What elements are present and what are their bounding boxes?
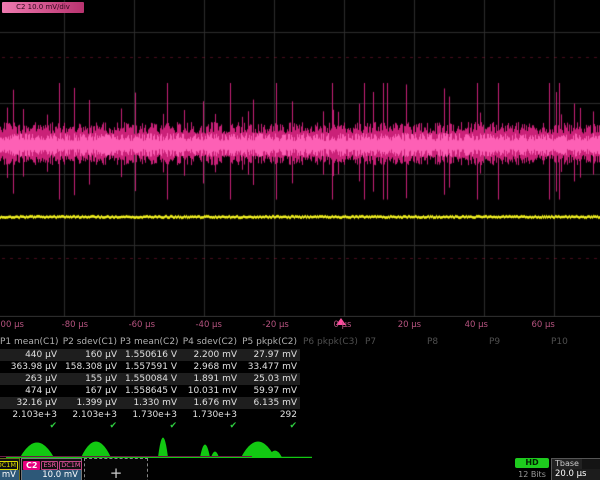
- x-tick-label: -80 µs: [62, 320, 88, 330]
- param-value: 1.550616 V: [120, 349, 180, 361]
- param-header[interactable]: P3 mean(C2): [120, 336, 180, 349]
- c2-vertical-scale: 10.0 mV: [22, 470, 81, 480]
- param-value: 2.968 mV: [180, 361, 240, 373]
- param-value: 160 µV: [60, 349, 120, 361]
- c1-vertical-scale: 0 mV: [0, 470, 19, 480]
- param-value: 474 µV: [0, 385, 60, 397]
- c2-coupling-badge: DC1M: [59, 461, 82, 470]
- x-tick-label: 60 µs: [532, 320, 555, 330]
- param-status-check: ✔: [240, 421, 300, 432]
- x-tick-label: 40 µs: [465, 320, 488, 330]
- param-header[interactable]: P5 pkpk(C2): [240, 336, 300, 349]
- param-value: 59.97 mV: [240, 385, 300, 397]
- param-value: 1.550084 V: [120, 373, 180, 385]
- param-header[interactable]: P2 sdev(C1): [60, 336, 120, 349]
- param-status-check: ✔: [120, 421, 180, 432]
- param-value: 363.98 µV: [0, 361, 60, 373]
- x-tick-label: -60 µs: [129, 320, 155, 330]
- table-row: 2.103e+32.103e+31.730e+31.730e+3292: [0, 409, 300, 421]
- param-value: 158.308 µV: [60, 361, 120, 373]
- param-status-check: ✔: [60, 421, 120, 432]
- table-row: 263 µV155 µV1.550084 V1.891 mV25.03 mV: [0, 373, 300, 385]
- param-value: 167 µV: [60, 385, 120, 397]
- param-value: 2.200 mV: [180, 349, 240, 361]
- hd-mode-indicator[interactable]: HD 12 Bits: [515, 458, 549, 479]
- time-axis: -100 µs -80 µs -60 µs -40 µs -20 µs 0 µs 20 µs…: [0, 317, 600, 334]
- table-row: 363.98 µV158.308 µV1.557591 V2.968 mV33.…: [0, 361, 300, 373]
- plus-icon: +: [110, 464, 123, 480]
- param-value: 27.97 mV: [240, 349, 300, 361]
- param-value: 292: [240, 409, 300, 421]
- param-value: 1.558645 V: [120, 385, 180, 397]
- param-value: 1.399 µV: [60, 397, 120, 409]
- c2-channel-tab: C2: [23, 461, 40, 470]
- table-row: 474 µV167 µV1.558645 V10.031 mV59.97 mV: [0, 385, 300, 397]
- param-value: 6.135 mV: [240, 397, 300, 409]
- channel-c1-descriptor[interactable]: DC1M 0 mV: [0, 458, 20, 480]
- timebase-tab: Tbase: [552, 459, 582, 469]
- descriptor-bar: DC1M 0 mV C2 ESR DC1M 10.0 mV + HD 12 Bi…: [0, 458, 600, 480]
- waveform-canvas: [0, 0, 600, 318]
- param-value: 1.730e+3: [120, 409, 180, 421]
- hd-bits-label: 12 Bits: [515, 470, 549, 479]
- param-header[interactable]: P4 sdev(C2): [180, 336, 240, 349]
- waveform-grid: C2 10.0 mV/div: [0, 0, 600, 318]
- table-row: 32.16 µV1.399 µV1.330 mV1.676 mV6.135 mV: [0, 397, 300, 409]
- c1-coupling-badge: DC1M: [0, 461, 18, 470]
- param-header-disabled[interactable]: P9: [489, 336, 547, 349]
- x-tick-label: 20 µs: [398, 320, 421, 330]
- timebase-scale: 20.0 µs: [552, 469, 600, 480]
- param-status-check: ✔: [0, 421, 60, 432]
- param-header-disabled[interactable]: P6 pkpk(C3): [303, 336, 361, 349]
- param-value: 25.03 mV: [240, 373, 300, 385]
- param-value: 2.103e+3: [0, 409, 60, 421]
- channel-c2-descriptor[interactable]: C2 ESR DC1M 10.0 mV: [21, 458, 82, 480]
- param-value: 1.730e+3: [180, 409, 240, 421]
- param-value: 1.891 mV: [180, 373, 240, 385]
- param-value: 10.031 mV: [180, 385, 240, 397]
- x-tick-label: -20 µs: [262, 320, 288, 330]
- table-row: 440 µV160 µV1.550616 V2.200 mV27.97 mV: [0, 349, 300, 361]
- param-status-check: ✔: [180, 421, 240, 432]
- add-trace-button[interactable]: +: [84, 458, 148, 480]
- param-value: 2.103e+3: [60, 409, 120, 421]
- timebase-descriptor[interactable]: Tbase 20.0 µs: [551, 458, 600, 480]
- x-tick-label: -40 µs: [195, 320, 221, 330]
- param-header-row: P1 mean(C1)P2 sdev(C1)P3 mean(C2)P4 sdev…: [0, 336, 600, 349]
- histicon-peak: [158, 438, 168, 458]
- param-value: 1.330 mV: [120, 397, 180, 409]
- hd-badge: HD: [515, 458, 549, 468]
- param-header[interactable]: P1 mean(C1): [0, 336, 60, 349]
- x-tick-label: -100 µs: [0, 320, 24, 330]
- param-value: 32.16 µV: [0, 397, 60, 409]
- x-tick-label: 0 µs: [334, 320, 352, 330]
- param-value: 1.676 mV: [180, 397, 240, 409]
- param-value: 440 µV: [0, 349, 60, 361]
- oscilloscope-screen: C2 10.0 mV/div -100 µs -80 µs -60 µs -40 µs…: [0, 0, 600, 480]
- param-header-disabled[interactable]: P7: [365, 336, 423, 349]
- measurement-table: P1 mean(C1)P2 sdev(C1)P3 mean(C2)P4 sdev…: [0, 336, 600, 432]
- param-value: 263 µV: [0, 373, 60, 385]
- param-value: 33.477 mV: [240, 361, 300, 373]
- separator-line: [0, 456, 252, 457]
- trace-label-badge: C2 10.0 mV/div: [2, 2, 84, 13]
- param-value: 1.557591 V: [120, 361, 180, 373]
- param-status-row: ✔✔✔✔✔: [0, 421, 300, 432]
- param-value: 155 µV: [60, 373, 120, 385]
- param-header-disabled[interactable]: P8: [427, 336, 485, 349]
- param-header-disabled[interactable]: P10: [551, 336, 600, 349]
- c2-esr-badge: ESR: [41, 461, 58, 470]
